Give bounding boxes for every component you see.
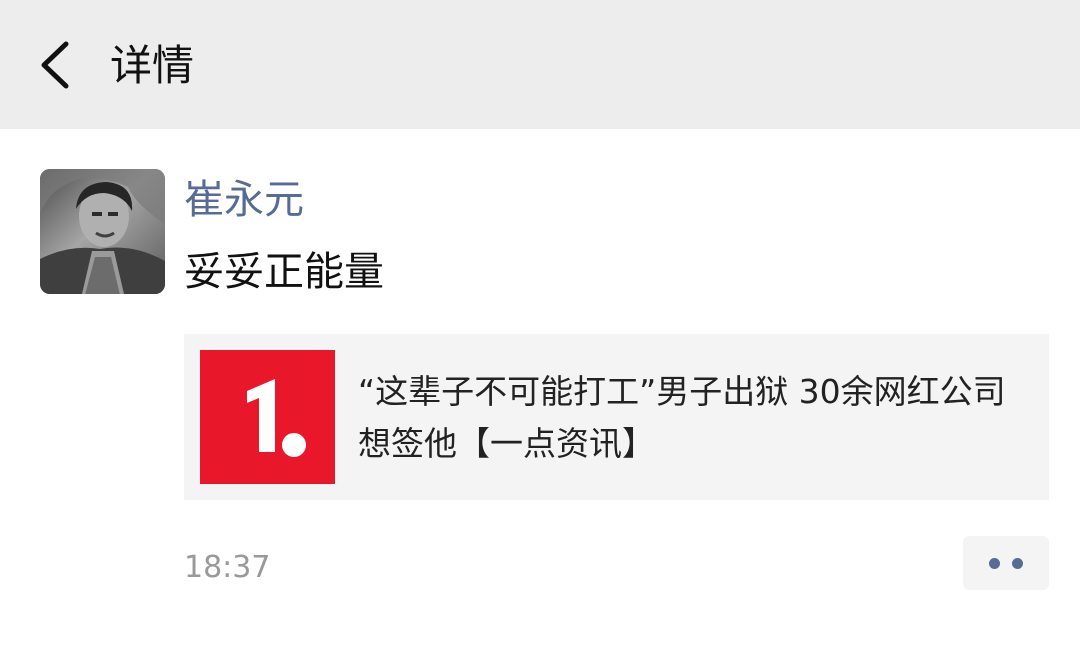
author-name-link[interactable]: 崔永元 — [184, 172, 304, 228]
page-title: 详情 — [110, 41, 195, 90]
back-button[interactable] — [30, 34, 82, 96]
post-time: 18:37 — [184, 550, 271, 585]
link-title: “这辈子不可能打工”男子出狱 30余网红公司想签他【一点资讯】 — [358, 372, 1006, 463]
moment-detail-page: 详情 崔永元 妥妥正能量 “这辈子不可能打工”男子出狱 30余网红公司想签他【一… — [0, 0, 1080, 653]
top-navigation-bar: 详情 — [0, 0, 1080, 129]
shared-link-card[interactable]: “这辈子不可能打工”男子出狱 30余网红公司想签他【一点资讯】 — [184, 334, 1049, 500]
avatar[interactable] — [40, 169, 165, 294]
more-actions-button[interactable] — [963, 536, 1049, 590]
post-text: 妥妥正能量 — [184, 249, 384, 295]
chevron-left-icon — [30, 34, 82, 96]
yidian-zixun-logo — [200, 350, 335, 484]
